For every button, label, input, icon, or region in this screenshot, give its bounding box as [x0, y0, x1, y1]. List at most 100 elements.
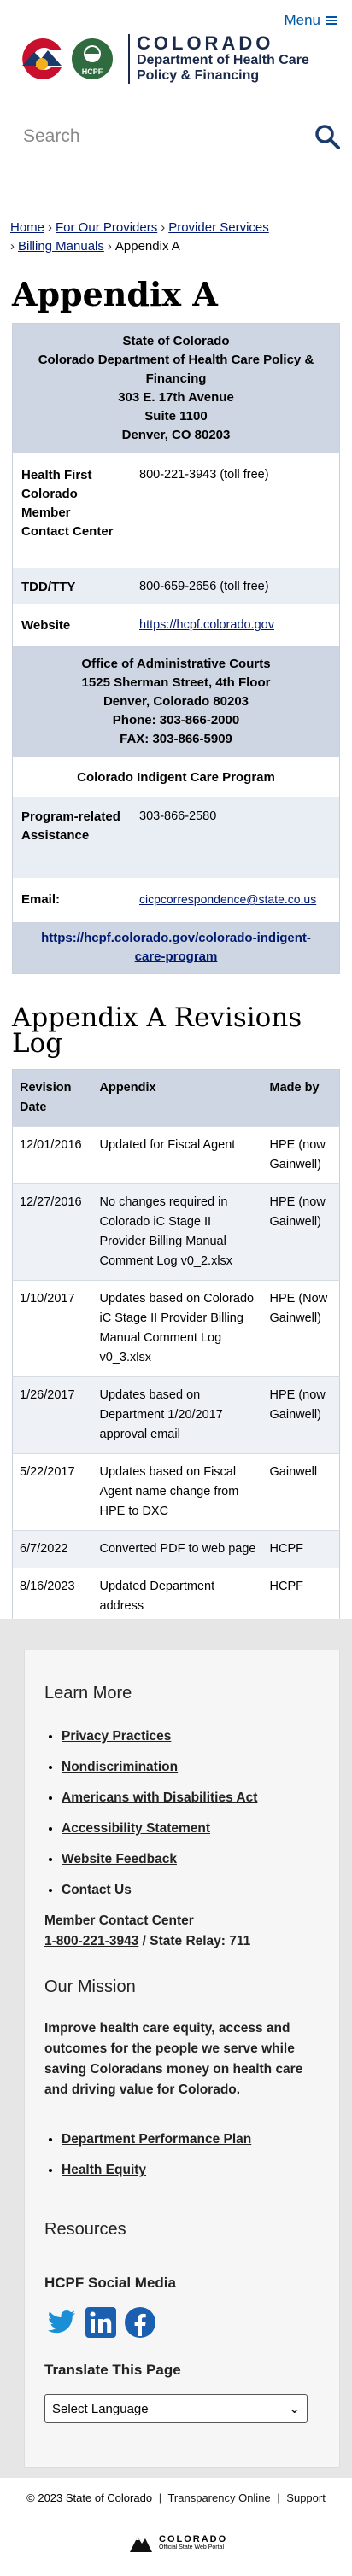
table-row: 1/26/2017 Updates based on Department 1/2… — [12, 1376, 340, 1454]
revisions-title: Appendix A Revisions Log — [12, 1002, 302, 1059]
social-heading: HCPF Social Media — [44, 2275, 176, 2291]
breadcrumb-billing-manuals[interactable]: Billing Manuals — [18, 239, 104, 254]
search-bar[interactable]: Search — [23, 121, 340, 152]
table-header-row: Revision Date Appendix Made by — [12, 1069, 340, 1127]
breadcrumb: Home › For Our Providers › Provider Services… — [10, 219, 342, 256]
cell-made-by: HCPF — [262, 1568, 340, 1626]
info-label: Website — [21, 618, 71, 633]
breadcrumb-for-our-providers[interactable]: For Our Providers — [56, 220, 157, 235]
twitter-icon[interactable] — [44, 2305, 79, 2339]
cell-made-by: HPE (Now Gainwell) — [262, 1280, 340, 1377]
portal-logo-subtitle: Official State Web Portal — [159, 2544, 224, 2550]
courts-line: FAX: 303-866-5909 — [120, 732, 232, 746]
privacy-practices-link[interactable]: Privacy Practices — [62, 1729, 171, 1744]
accessibility-link[interactable]: Accessibility Statement — [62, 1821, 210, 1836]
search-icon[interactable] — [314, 124, 340, 149]
breadcrumb-home[interactable]: Home — [10, 220, 44, 235]
menu-label: Menu — [284, 12, 320, 28]
info-label: Program-related Assistance — [21, 809, 120, 843]
language-select-value: Select Language — [52, 2401, 149, 2416]
mission-text: Improve health care equity, access and o… — [44, 2021, 303, 2097]
mission-heading: Our Mission — [44, 1977, 136, 1996]
logo-title: COLORADO — [137, 32, 274, 54]
breadcrumb-separator-icon: › — [10, 239, 15, 254]
info-value: 303-866-2580 — [139, 809, 217, 823]
program-link-row: https://hcpf.colorado.gov/colorado-indig… — [13, 922, 339, 973]
breadcrumb-provider-services[interactable]: Provider Services — [168, 220, 269, 235]
column-header: Appendix — [92, 1069, 263, 1127]
info-row: Health First Colorado Member Contact Cen… — [13, 456, 339, 568]
breadcrumb-separator-icon: › — [48, 220, 53, 235]
cell-date: 1/10/2017 — [12, 1280, 93, 1377]
info-label: Email: — [21, 892, 61, 907]
resources-heading: Resources — [44, 2220, 126, 2239]
cell-date: 6/7/2022 — [12, 1530, 93, 1568]
facebook-icon[interactable] — [123, 2305, 157, 2339]
info-label: TDD/TTY — [21, 580, 76, 594]
cell-appendix: Updates based on Department 1/20/2017 ap… — [92, 1376, 263, 1454]
cell-appendix: Updates based on Colorado iC Stage II Pr… — [92, 1280, 263, 1377]
program-link[interactable]: https://hcpf.colorado.gov/colorado-indig… — [41, 931, 311, 964]
logo-subtitle-1: Department of Health Care — [137, 53, 309, 67]
language-select[interactable]: Select Language ⌄ — [44, 2394, 308, 2423]
courts-line: Phone: 303-866-2000 — [112, 713, 240, 727]
contact-us-link[interactable]: Contact Us — [62, 1883, 132, 1897]
performance-plan-link[interactable]: Department Performance Plan — [62, 2132, 251, 2147]
email-link[interactable]: cicpcorrespondence@state.co.us — [139, 892, 316, 906]
address-block: State of Colorado Colorado Department of… — [13, 324, 339, 456]
hcpf-logo[interactable]: HCPF COLORADO Department of Health Care … — [17, 34, 309, 84]
health-equity-link[interactable]: Health Equity — [62, 2163, 146, 2177]
info-row: TDD/TTY 800-659-2656 (toll free) — [13, 568, 339, 606]
cell-appendix: Updated Department address — [92, 1568, 263, 1626]
courts-line: Denver, Colorado 80203 — [103, 694, 249, 709]
breadcrumb-current: Appendix A — [114, 239, 180, 254]
list-item: Department Performance Plan — [62, 2124, 251, 2155]
linkedin-icon[interactable] — [84, 2305, 118, 2339]
website-link[interactable]: https://hcpf.colorado.gov — [139, 618, 274, 632]
revisions-table: Revision Date Appendix Made by 12/01/201… — [12, 1069, 340, 1626]
transparency-online-link[interactable]: Transparency Online — [167, 2491, 270, 2504]
table-row: 1/10/2017 Updates based on Colorado iC St… — [12, 1280, 340, 1377]
courts-line: Office of Administrative Courts — [81, 657, 271, 671]
website-feedback-link[interactable]: Website Feedback — [62, 1852, 177, 1866]
program-title: Colorado Indigent Care Program — [77, 770, 275, 785]
info-row: Program-related Assistance 303-866-2580 — [13, 797, 339, 880]
list-item: Accessibility Statement — [62, 1814, 257, 1844]
hcpf-badge-text: HCPF — [82, 67, 103, 76]
column-header: Made by — [262, 1069, 340, 1127]
contact-info-table: State of Colorado Colorado Department of… — [12, 323, 340, 974]
table-row: 6/7/2022 Converted PDF to web page HCPF — [12, 1530, 340, 1568]
colorado-c-logo-icon — [22, 38, 62, 79]
hamburger-icon — [326, 16, 337, 25]
address-line: Colorado Department of Health Care Polic… — [38, 353, 314, 386]
cell-date: 5/22/2017 — [12, 1453, 93, 1531]
courts-block: Office of Administrative Courts 1525 She… — [13, 646, 339, 760]
menu-button[interactable]: Menu — [284, 12, 337, 29]
search-input[interactable]: Search — [23, 126, 314, 147]
cell-made-by: HPE (now Gainwell) — [262, 1183, 340, 1281]
member-contact-phone-link[interactable]: 1-800-221-3943 — [44, 1934, 138, 1948]
address-line: Suite 1100 — [144, 409, 208, 423]
ada-link[interactable]: Americans with Disabilities Act — [62, 1790, 257, 1805]
address-line: Denver, CO 80203 — [121, 428, 231, 442]
social-icons — [44, 2305, 157, 2339]
colorado-portal-logo[interactable]: COLORADO Official State Web Portal — [128, 2530, 227, 2554]
table-row: 5/22/2017 Updates based on Fiscal Agent n… — [12, 1453, 340, 1531]
nondiscrimination-link[interactable]: Nondiscrimination — [62, 1760, 178, 1774]
info-row: Website https://hcpf.colorado.gov — [13, 606, 339, 646]
member-contact-label: Member Contact Center — [44, 1913, 194, 1928]
cell-date: 12/01/2016 — [12, 1126, 93, 1184]
member-contact: Member Contact Center 1-800-221-3943 / S… — [44, 1911, 250, 1952]
learn-more-heading: Learn More — [44, 1684, 132, 1703]
info-label: Health First Colorado Member Contact Cen… — [21, 468, 114, 539]
address-line: State of Colorado — [122, 334, 230, 348]
cell-date: 8/16/2023 — [12, 1568, 93, 1626]
logo-subtitle-2: Policy & Financing — [137, 68, 260, 83]
page-title: Appendix A — [12, 275, 218, 313]
program-title-row: Colorado Indigent Care Program — [13, 760, 339, 797]
info-row: Email: cicpcorrespondence@state.co.us — [13, 880, 339, 922]
cell-appendix: Updated for Fiscal Agent — [92, 1126, 263, 1184]
support-link[interactable]: Support — [286, 2491, 326, 2504]
list-item: Americans with Disabilities Act — [62, 1783, 257, 1814]
breadcrumb-separator-icon: › — [107, 239, 112, 254]
